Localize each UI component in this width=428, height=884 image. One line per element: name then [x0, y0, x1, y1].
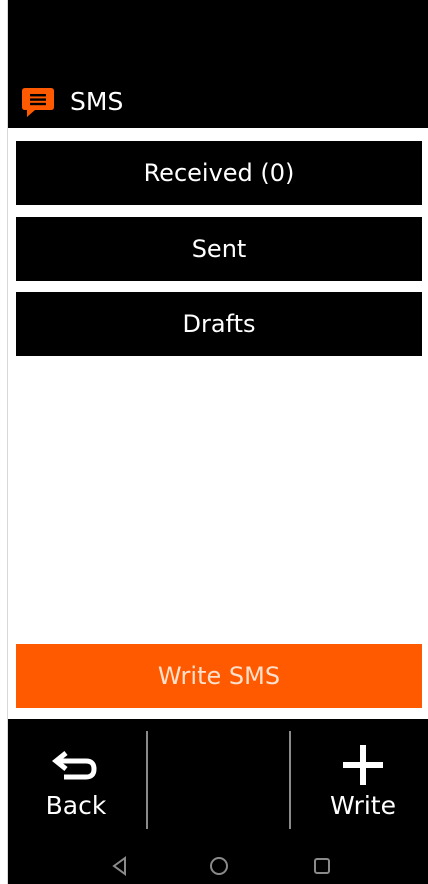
screen-edge: [0, 0, 8, 884]
back-button[interactable]: Back: [16, 741, 136, 831]
chat-bubble-icon: [22, 88, 54, 117]
circle-home-icon[interactable]: [207, 854, 231, 878]
divider: [146, 731, 148, 829]
drafts-button[interactable]: Drafts: [16, 292, 422, 356]
return-arrow-icon: [52, 751, 97, 780]
drafts-label: Drafts: [182, 310, 256, 338]
sent-button[interactable]: Sent: [16, 217, 422, 281]
received-button[interactable]: Received (0): [16, 141, 422, 205]
write-label: Write: [329, 791, 396, 820]
system-nav-bar: [8, 848, 428, 884]
write-sms-label: Write SMS: [157, 662, 281, 690]
triangle-back-icon[interactable]: [108, 854, 132, 878]
back-label: Back: [45, 791, 107, 820]
plus-icon: [343, 745, 383, 785]
sms-screen: SMS Received (0) Sent Drafts Write SMS B…: [8, 0, 428, 884]
square-recents-icon[interactable]: [310, 854, 334, 878]
received-label: Received (0): [143, 159, 295, 187]
divider: [289, 731, 291, 829]
app-header: SMS: [8, 0, 428, 128]
write-button[interactable]: Write: [303, 741, 423, 831]
bottom-action-bar: Back Write: [8, 719, 428, 884]
page-title: SMS: [70, 87, 124, 116]
sent-label: Sent: [191, 235, 247, 263]
write-sms-button[interactable]: Write SMS: [16, 644, 422, 708]
